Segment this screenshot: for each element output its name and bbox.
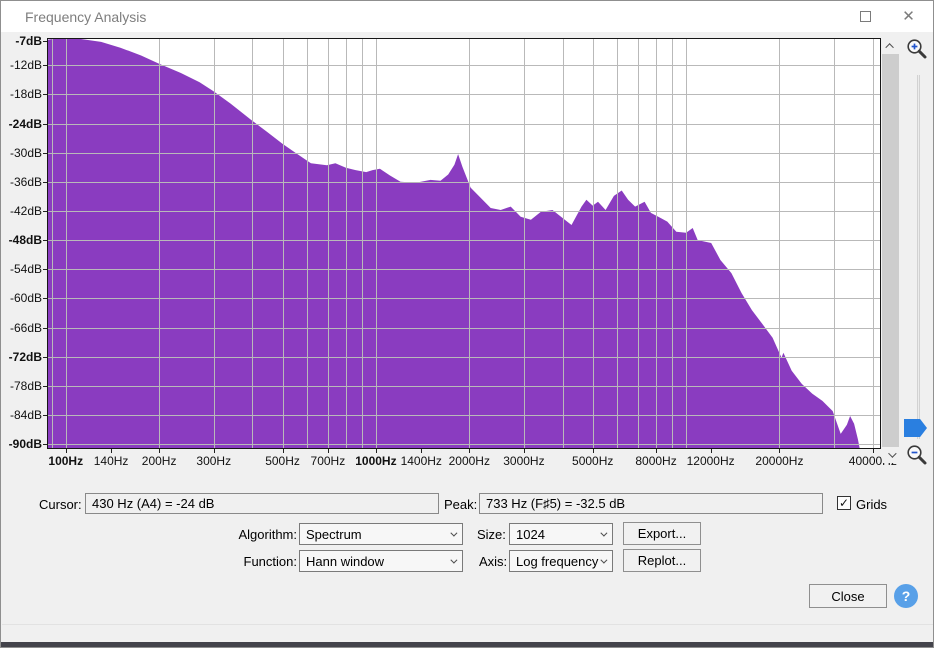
scrollbar-thumb[interactable] [882,54,899,447]
grids-checkbox[interactable]: ✓ [837,496,851,510]
y-axis-label: -7dB [15,33,42,48]
axis-select[interactable]: Log frequency [509,550,613,572]
chevron-down-icon [594,524,610,544]
checkmark-icon: ✓ [838,496,850,510]
peak-readout: 733 Hz (F♯5) = -32.5 dB [479,493,823,514]
cursor-readout: 430 Hz (A4) = -24 dB [85,493,439,514]
y-axis-label: -48dB [8,233,42,248]
size-label: Size: [477,527,506,542]
zoom-in-button[interactable] [903,35,931,63]
spectrum-plot[interactable] [47,38,881,449]
chevron-down-icon [444,524,460,544]
x-axis-tick [469,449,470,453]
zoom-slider-thumb[interactable] [904,419,927,437]
zoom-out-magnifier-icon [907,445,927,465]
y-axis-label: -36dB [9,174,42,189]
peak-value: 733 Hz (F♯5) = -32.5 dB [486,496,626,511]
close-icon: ✕ [902,8,915,25]
y-axis-label: -66dB [9,320,42,335]
algorithm-value: Spectrum [306,526,362,542]
axis-value: Log frequency [516,553,599,569]
x-axis-tick [283,449,284,453]
chevron-up-icon [884,43,894,52]
titlebar: Frequency Analysis ✕ [1,1,933,32]
y-axis-label: -42dB [9,203,42,218]
chevron-down-icon [887,449,897,458]
chevron-down-icon [594,551,610,571]
algorithm-select[interactable]: Spectrum [299,523,463,545]
y-axis-label: -84dB [9,407,42,422]
x-axis-tick [711,449,712,453]
size-select[interactable]: 1024 [509,523,613,545]
y-axis-label: -54dB [9,262,42,277]
y-axis-label: -90dB [8,437,42,452]
axis-label: Axis: [479,554,508,569]
x-axis-ruler: 100Hz 140Hz 200Hz 300Hz 500Hz 700Hz 1000Hz 1400… [47,449,897,471]
x-axis-label: 20000Hz [755,454,804,468]
export-button[interactable]: Export... [623,522,701,545]
x-axis-tick [214,449,215,453]
spectrum-svg [47,38,881,449]
zoom-out-button[interactable] [903,441,931,469]
frequency-analysis-dialog: Frequency Analysis ✕ -7dB -12dB -18dB -24dB… [0,0,934,648]
x-axis-tick [593,449,594,453]
x-axis-tick [111,449,112,453]
x-axis-tick [376,449,377,453]
x-axis-tick [328,449,329,453]
maximize-icon [860,11,871,22]
chevron-down-icon [444,551,460,571]
maximize-button[interactable] [843,1,888,32]
x-axis-tick [66,449,67,453]
y-axis-ruler: -7dB -12dB -18dB -24dB -30dB -36dB -42dB -48dB -… [1,34,47,466]
y-axis-label: -30dB [9,145,42,160]
x-axis-tick [524,449,525,453]
function-value: Hann window [306,553,385,569]
cursor-label: Cursor: [39,497,82,512]
scrollbar-down-button[interactable] [882,447,899,463]
vertical-scrollbar[interactable] [882,38,899,463]
bottom-separator [2,624,933,625]
x-axis-tick [656,449,657,453]
help-button[interactable]: ? [894,584,918,608]
replot-button[interactable]: Replot... [623,549,701,572]
x-axis-tick [421,449,422,453]
close-button[interactable]: Close [809,584,887,608]
question-mark-icon: ? [901,588,911,604]
y-axis-label: -12dB [9,58,42,73]
function-select[interactable]: Hann window [299,550,463,572]
x-axis-tick [873,449,874,453]
x-axis-tick [779,449,780,453]
window-bottom-edge [1,642,933,647]
scrollbar-up-button[interactable] [882,38,899,54]
peak-label: Peak: [444,497,478,512]
y-axis-label: -72dB [8,349,42,364]
y-axis-label: -24dB [8,116,42,131]
function-label: Function: [243,554,297,569]
size-value: 1024 [516,526,545,542]
grids-label: Grids [856,497,888,512]
y-axis-label: -18dB [9,87,42,102]
zoom-slider-track[interactable] [917,75,920,439]
x-axis-tick [159,449,160,453]
algorithm-label: Algorithm: [238,527,297,542]
window-title: Frequency Analysis [25,9,147,25]
spectrum-area [47,38,860,449]
y-axis-label: -78dB [9,378,42,393]
y-axis-label: -60dB [9,291,42,306]
zoom-in-magnifier-icon [907,39,927,59]
close-window-button[interactable]: ✕ [886,1,931,32]
cursor-value: 430 Hz (A4) = -24 dB [92,496,215,511]
